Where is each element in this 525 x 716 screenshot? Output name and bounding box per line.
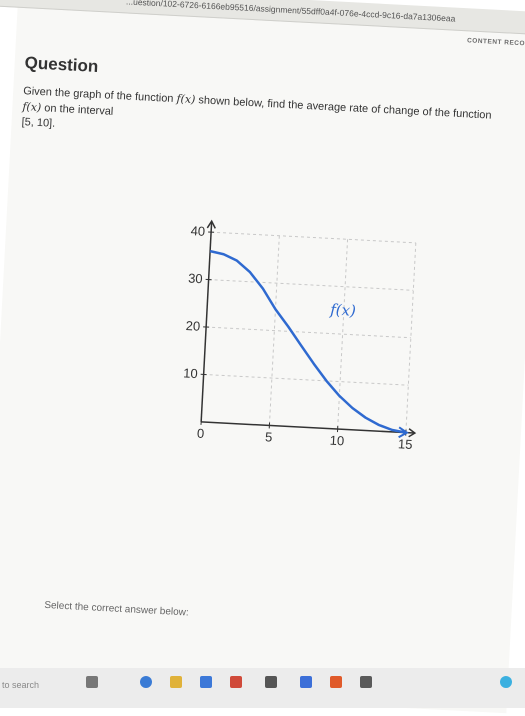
mail-icon[interactable] bbox=[230, 676, 242, 688]
select-answer-label: Select the correct answer below: bbox=[44, 600, 189, 619]
taskbar bbox=[0, 668, 525, 708]
function-symbol-2: f(x) bbox=[22, 100, 42, 114]
function-symbol-1: f(x) bbox=[176, 92, 196, 106]
store-icon[interactable] bbox=[200, 676, 212, 688]
grid-line-horizontal bbox=[209, 280, 414, 291]
browser-address-bar[interactable]: ...uestion/102-6726-6166eb95516/assignme… bbox=[0, 0, 525, 38]
grid-line-horizontal bbox=[206, 327, 411, 338]
graph-svg: 0 5 10 15 10 20 30 40 f(x) bbox=[169, 206, 442, 469]
url-text: ...uestion/102-6726-6166eb95516/assignme… bbox=[126, 0, 456, 24]
curve-label: f(x) bbox=[329, 300, 357, 319]
y-tick-label: 30 bbox=[188, 271, 203, 287]
photo-frame: ...uestion/102-6726-6166eb95516/assignme… bbox=[0, 0, 525, 713]
function-curve bbox=[201, 251, 415, 432]
app-icon-2[interactable] bbox=[330, 676, 342, 688]
y-tick-label: 10 bbox=[183, 365, 198, 381]
x-tick-label: 15 bbox=[398, 436, 413, 452]
y-tick-label: 20 bbox=[185, 318, 200, 334]
interval-text: [5, 10]. bbox=[21, 116, 55, 130]
question-title: Question bbox=[24, 53, 99, 77]
app-icon-3[interactable] bbox=[360, 676, 372, 688]
folder-icon[interactable] bbox=[170, 676, 182, 688]
app-icon[interactable] bbox=[300, 676, 312, 688]
x-tick-label: 5 bbox=[265, 429, 273, 444]
x-tick-label: 0 bbox=[197, 426, 205, 441]
taskbar-search[interactable]: to search bbox=[2, 680, 39, 690]
prompt-text-3: on the interval bbox=[44, 102, 114, 118]
browser-icon[interactable] bbox=[140, 676, 152, 688]
task-view-icon[interactable] bbox=[86, 676, 98, 688]
system-tray-icon[interactable] bbox=[500, 676, 512, 688]
grid-line-horizontal bbox=[204, 374, 409, 385]
x-tick-label: 10 bbox=[329, 433, 344, 449]
function-graph: 0 5 10 15 10 20 30 40 f(x) bbox=[169, 206, 442, 469]
y-tick-label: 40 bbox=[190, 223, 205, 239]
question-prompt: Given the graph of the function f(x) sho… bbox=[21, 83, 493, 155]
prompt-text-2: shown below, find the average rate of ch… bbox=[198, 94, 492, 121]
grid-line-horizontal bbox=[211, 232, 416, 243]
content-record-button[interactable]: CONTENT RECORD bbox=[467, 37, 525, 48]
settings-icon[interactable] bbox=[265, 676, 277, 688]
